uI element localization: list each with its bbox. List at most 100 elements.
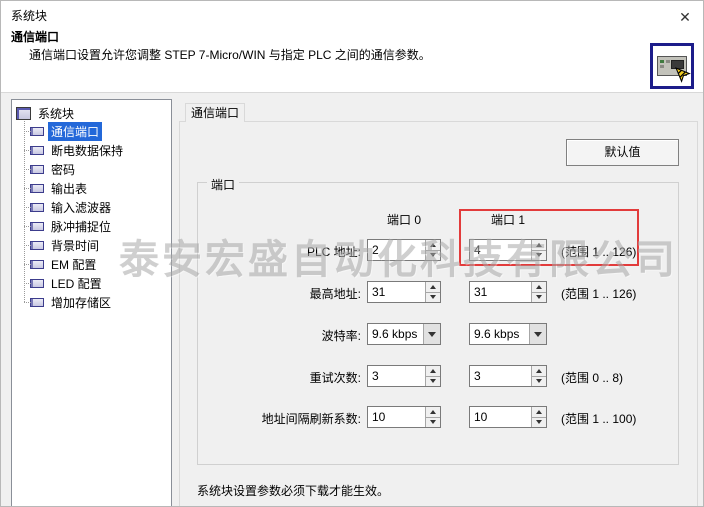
tree-item-input-filter[interactable]: 输入滤波器 <box>12 198 171 217</box>
tree-item-increase-memory[interactable]: 增加存储区 <box>12 293 171 312</box>
spin-down-button[interactable] <box>532 376 546 387</box>
tree-item-password[interactable]: 密码 <box>12 160 171 179</box>
spinner-buttons <box>531 366 546 386</box>
spinner-buttons <box>425 240 440 260</box>
system-block-dialog: 系统块 ✕ 通信端口 通信端口设置允许您调整 STEP 7-Micro/WIN … <box>0 0 704 507</box>
dialog-title: 系统块 <box>11 7 47 24</box>
chevron-down-icon[interactable] <box>529 324 546 344</box>
tree-root-label: 系统块 <box>35 104 77 123</box>
spin-up-button[interactable] <box>426 366 440 376</box>
port-group-label: 端口 <box>207 176 239 193</box>
spin-down-button[interactable] <box>426 292 440 303</box>
module-icon <box>30 165 44 174</box>
spinbox-value[interactable]: 4 <box>470 240 531 260</box>
tree-item-led-config[interactable]: LED 配置 <box>12 274 171 293</box>
tree-item-label: 脉冲捕捉位 <box>48 217 114 236</box>
tree-item-pulse-catch[interactable]: 脉冲捕捉位 <box>12 217 171 236</box>
spinbox-value[interactable]: 10 <box>368 407 425 427</box>
spinner-buttons <box>531 407 546 427</box>
spinbox-value[interactable]: 2 <box>368 240 425 260</box>
spinner-buttons <box>531 282 546 302</box>
spin-up-button[interactable] <box>426 240 440 250</box>
module-icon <box>30 203 44 212</box>
tree-item-output-table[interactable]: 输出表 <box>12 179 171 198</box>
module-icon <box>30 184 44 193</box>
default-value-button[interactable]: 默认值 <box>566 139 679 166</box>
plc-address-port1-spinbox[interactable]: 4 <box>469 239 547 261</box>
module-icon <box>30 298 44 307</box>
spin-up-button[interactable] <box>426 282 440 292</box>
spin-down-button[interactable] <box>426 250 440 261</box>
spinner-buttons <box>425 366 440 386</box>
tree-item-label: 背景时间 <box>48 236 102 255</box>
plc-address-label: PLC 地址: <box>199 243 361 260</box>
retry-count-range-label: (范围 0 .. 8) <box>561 369 623 386</box>
spinbox-value[interactable]: 3 <box>368 366 425 386</box>
plc-address-range-label: (范围 1 .. 126) <box>561 243 636 260</box>
module-icon <box>30 260 44 269</box>
plc-led-icon <box>660 60 664 63</box>
system-block-tree: 系统块 通信端口 断电数据保持 密码 输出表 输入滤波器 <box>11 99 172 507</box>
spinbox-value[interactable]: 31 <box>470 282 531 302</box>
select-value[interactable]: 9.6 kbps <box>470 324 529 344</box>
cursor-arrow-icon <box>675 67 692 84</box>
tree-item-label: LED 配置 <box>48 274 105 293</box>
module-icon <box>30 222 44 231</box>
module-icon <box>30 127 44 136</box>
gap-refresh-range-label: (范围 1 .. 100) <box>561 410 636 427</box>
spinbox-value[interactable]: 3 <box>470 366 531 386</box>
baud-rate-port1-select[interactable]: 9.6 kbps <box>469 323 547 345</box>
dialog-header: 系统块 ✕ 通信端口 通信端口设置允许您调整 STEP 7-Micro/WIN … <box>1 1 703 93</box>
spin-up-button[interactable] <box>532 407 546 417</box>
gap-refresh-port1-spinbox[interactable]: 10 <box>469 406 547 428</box>
chevron-down-icon[interactable] <box>423 324 440 344</box>
page-title: 通信端口 <box>11 28 59 45</box>
tree-item-label: 输出表 <box>48 179 90 198</box>
download-note: 系统块设置参数必须下载才能生效。 <box>197 482 389 499</box>
module-icon <box>30 146 44 155</box>
tree-root-system-block[interactable]: 系统块 <box>16 105 77 121</box>
spin-down-button[interactable] <box>532 417 546 428</box>
retry-count-port1-spinbox[interactable]: 3 <box>469 365 547 387</box>
tree-item-label: 通信端口 <box>48 122 102 141</box>
highest-address-port0-spinbox[interactable]: 31 <box>367 281 441 303</box>
tree-item-label: EM 配置 <box>48 255 99 274</box>
spin-down-button[interactable] <box>426 376 440 387</box>
module-icon <box>30 241 44 250</box>
gap-refresh-label: 地址间隔刷新系数: <box>199 410 361 427</box>
module-icon <box>30 279 44 288</box>
page-description: 通信端口设置允许您调整 STEP 7-Micro/WIN 与指定 PLC 之间的… <box>29 46 431 63</box>
retry-count-label: 重试次数: <box>199 369 361 386</box>
tab-comm-port[interactable]: 通信端口 <box>185 103 245 122</box>
plc-device-icon <box>657 56 687 76</box>
spin-down-button[interactable] <box>426 417 440 428</box>
tree-item-background-time[interactable]: 背景时间 <box>12 236 171 255</box>
spin-up-button[interactable] <box>532 366 546 376</box>
system-block-icon <box>16 107 31 120</box>
port0-column-header: 端口 0 <box>367 211 441 228</box>
plc-address-port0-spinbox[interactable]: 2 <box>367 239 441 261</box>
tree-item-retentive-data[interactable]: 断电数据保持 <box>12 141 171 160</box>
close-icon[interactable]: ✕ <box>675 7 695 27</box>
spin-up-button[interactable] <box>532 282 546 292</box>
tree-item-label: 断电数据保持 <box>48 141 126 160</box>
select-value[interactable]: 9.6 kbps <box>368 324 423 344</box>
gap-refresh-port0-spinbox[interactable]: 10 <box>367 406 441 428</box>
tree-item-em-config[interactable]: EM 配置 <box>12 255 171 274</box>
spinbox-value[interactable]: 31 <box>368 282 425 302</box>
spinbox-value[interactable]: 10 <box>470 407 531 427</box>
spin-down-button[interactable] <box>532 250 546 261</box>
tree-item-label: 增加存储区 <box>48 293 114 312</box>
tree-item-list: 通信端口 断电数据保持 密码 输出表 输入滤波器 脉冲捕捉位 <box>12 122 171 312</box>
retry-count-port0-spinbox[interactable]: 3 <box>367 365 441 387</box>
spin-up-button[interactable] <box>532 240 546 250</box>
spinner-buttons <box>531 240 546 260</box>
highest-address-port1-spinbox[interactable]: 31 <box>469 281 547 303</box>
spin-up-button[interactable] <box>426 407 440 417</box>
tree-item-label: 输入滤波器 <box>48 198 114 217</box>
tree-item-label: 密码 <box>48 160 78 179</box>
tree-item-comm-port[interactable]: 通信端口 <box>12 122 171 141</box>
spin-down-button[interactable] <box>532 292 546 303</box>
baud-rate-port0-select[interactable]: 9.6 kbps <box>367 323 441 345</box>
baud-rate-label: 波特率: <box>199 327 361 344</box>
